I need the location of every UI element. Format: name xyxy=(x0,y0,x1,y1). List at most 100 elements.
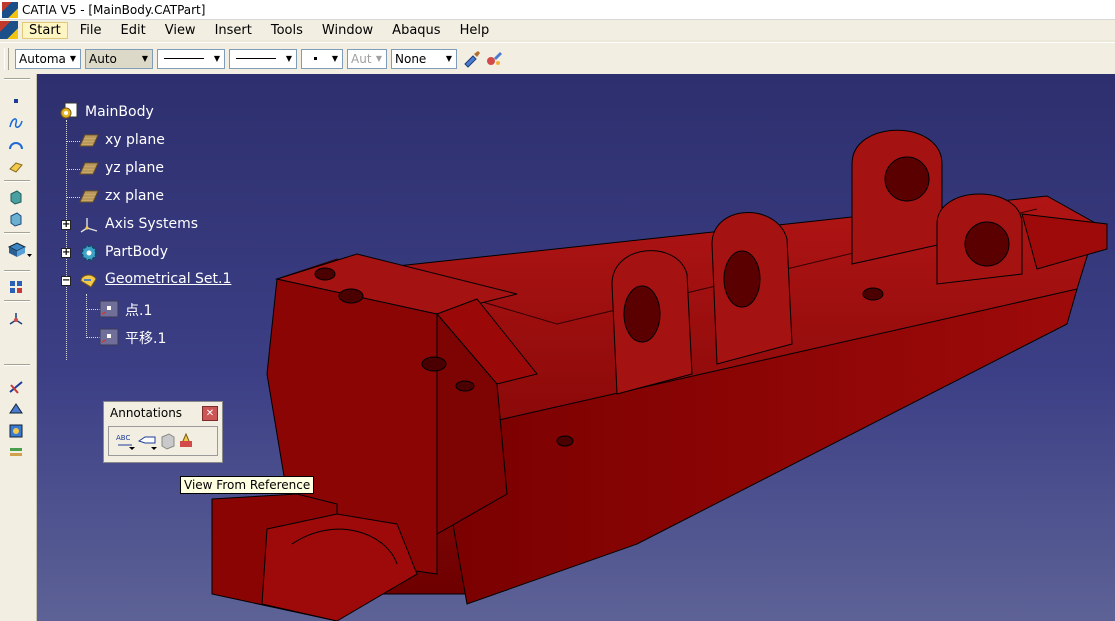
catia-app-icon xyxy=(2,1,18,18)
axis-system-button[interactable] xyxy=(6,310,26,328)
part-geometry xyxy=(211,129,1108,621)
measure-button[interactable] xyxy=(6,400,26,418)
spline-button[interactable] xyxy=(6,114,26,132)
menu-tools[interactable]: Tools xyxy=(264,22,310,39)
tree-connector xyxy=(66,169,80,170)
translate-icon[interactable] xyxy=(99,328,119,346)
knowledge-button[interactable] xyxy=(6,444,26,462)
layer-auto-value: Aut xyxy=(351,51,372,66)
chevron-down-icon[interactable]: ▼ xyxy=(210,50,224,68)
tree-item-axis-systems[interactable]: Axis Systems xyxy=(105,216,198,232)
point-icon[interactable] xyxy=(99,300,119,318)
layer-value: None xyxy=(395,51,427,66)
tree-item-geometrical-set[interactable]: Geometrical Set.1 xyxy=(105,271,231,287)
tree-item-point[interactable]: 点.1 xyxy=(125,300,152,320)
title-bar: CATIA V5 - [MainBody.CATPart] xyxy=(0,0,1115,20)
chevron-down-icon[interactable]: ▼ xyxy=(328,50,342,68)
menu-help[interactable]: Help xyxy=(453,22,497,39)
menu-window[interactable]: Window xyxy=(315,22,380,39)
tree-item-translate[interactable]: 平移.1 xyxy=(125,328,166,348)
line-type-sample xyxy=(164,58,204,59)
menu-file[interactable]: File xyxy=(73,22,109,39)
tree-root-label[interactable]: MainBody xyxy=(85,104,154,120)
point-type-combo[interactable]: ▼ xyxy=(301,48,343,69)
plane-icon[interactable] xyxy=(79,132,99,150)
knowledge-icon xyxy=(10,448,22,456)
flag-note-icon[interactable] xyxy=(137,431,159,451)
analysis-button[interactable] xyxy=(6,378,26,396)
line-thickness-combo[interactable]: ▼ xyxy=(229,48,297,69)
expand-partbody[interactable]: + xyxy=(61,248,71,258)
menu-edit[interactable]: Edit xyxy=(114,22,153,39)
menu-start[interactable]: Start xyxy=(22,21,68,39)
pattern-icon xyxy=(10,281,22,293)
render-icon xyxy=(9,424,23,438)
point-button[interactable] xyxy=(6,92,26,110)
view-from-reference-icon[interactable] xyxy=(159,431,177,451)
axis-system-icon xyxy=(9,313,23,325)
chevron-down-icon[interactable]: ▼ xyxy=(372,50,386,68)
chevron-down-icon[interactable]: ▼ xyxy=(138,50,152,68)
pattern-button[interactable] xyxy=(6,278,26,296)
toolbar-separator xyxy=(4,364,30,366)
plane-icon[interactable] xyxy=(79,160,99,178)
menu-insert[interactable]: Insert xyxy=(208,22,259,39)
axis-icon[interactable] xyxy=(79,216,99,234)
pocket-button[interactable] xyxy=(6,210,26,228)
layer-combo[interactable]: None ▼ xyxy=(391,48,457,69)
analysis-icon xyxy=(9,381,23,394)
layer-auto-combo[interactable]: Aut ▼ xyxy=(347,48,387,69)
boolean-icon xyxy=(7,242,32,257)
tree-connector xyxy=(86,337,100,338)
window-title: CATIA V5 - [MainBody.CATPart] xyxy=(22,2,206,17)
expand-axis-systems[interactable]: + xyxy=(61,220,71,230)
tree-item-xy-plane[interactable]: xy plane xyxy=(105,132,165,148)
part-icon[interactable] xyxy=(59,102,79,120)
toolbar-separator xyxy=(4,300,30,302)
gear-icon[interactable] xyxy=(79,244,99,262)
tree-connector xyxy=(86,294,87,338)
toolbar-grip[interactable] xyxy=(4,47,9,70)
3d-viewport[interactable]: MainBody xy plane yz plane zx plane + Ax… xyxy=(37,74,1115,621)
painter-button[interactable] xyxy=(461,48,483,70)
annotations-toolbar[interactable]: Annotations ✕ ABC xyxy=(103,401,223,463)
extrude-surface-button[interactable] xyxy=(6,158,26,176)
document-icon[interactable] xyxy=(0,21,18,39)
chevron-down-icon[interactable]: ▼ xyxy=(282,50,296,68)
spline-icon xyxy=(9,118,23,128)
point-icon xyxy=(14,99,18,103)
toolbar-separator xyxy=(4,270,30,272)
toolbar-separator xyxy=(4,78,30,80)
tree-connector xyxy=(66,141,80,142)
svg-text:ABC: ABC xyxy=(116,434,130,442)
chevron-down-icon[interactable]: ▼ xyxy=(66,50,80,68)
toolbar-separator xyxy=(4,180,30,182)
tree-connector xyxy=(66,120,67,360)
menu-bar: Start File Edit View Insert Tools Window… xyxy=(0,20,1115,40)
geometrical-set-icon[interactable] xyxy=(79,271,99,289)
tree-connector xyxy=(86,309,100,310)
plane-icon[interactable] xyxy=(79,188,99,206)
boolean-operations-button[interactable] xyxy=(6,240,34,258)
3d-annotation-icon[interactable] xyxy=(177,431,195,451)
tree-item-yz-plane[interactable]: yz plane xyxy=(105,160,164,176)
fill-color-combo[interactable]: Automa ▼ xyxy=(15,48,81,69)
tree-item-zx-plane[interactable]: zx plane xyxy=(105,188,164,204)
line-type-combo[interactable]: ▼ xyxy=(157,48,225,69)
menu-view[interactable]: View xyxy=(158,22,203,39)
tree-item-partbody[interactable]: PartBody xyxy=(105,244,168,260)
line-color-combo[interactable]: Auto ▼ xyxy=(85,48,153,69)
menu-abaqus[interactable]: Abaqus xyxy=(385,22,447,39)
collapse-geometrical-set[interactable]: − xyxy=(61,276,71,286)
circle-button[interactable] xyxy=(6,136,26,154)
graphic-properties-toolbar: Automa ▼ Auto ▼ ▼ ▼ ▼ Aut ▼ None ▼ xyxy=(0,42,1115,75)
annotations-header[interactable]: Annotations ✕ xyxy=(104,402,222,424)
line-thickness-sample xyxy=(236,58,276,59)
text-annotation-icon[interactable]: ABC xyxy=(115,431,137,451)
render-button[interactable] xyxy=(6,422,26,440)
close-button[interactable]: ✕ xyxy=(202,405,218,421)
pad-button[interactable] xyxy=(6,188,26,206)
chevron-down-icon[interactable]: ▼ xyxy=(442,50,456,68)
surface-icon xyxy=(9,162,23,173)
properties-button[interactable] xyxy=(483,48,505,70)
